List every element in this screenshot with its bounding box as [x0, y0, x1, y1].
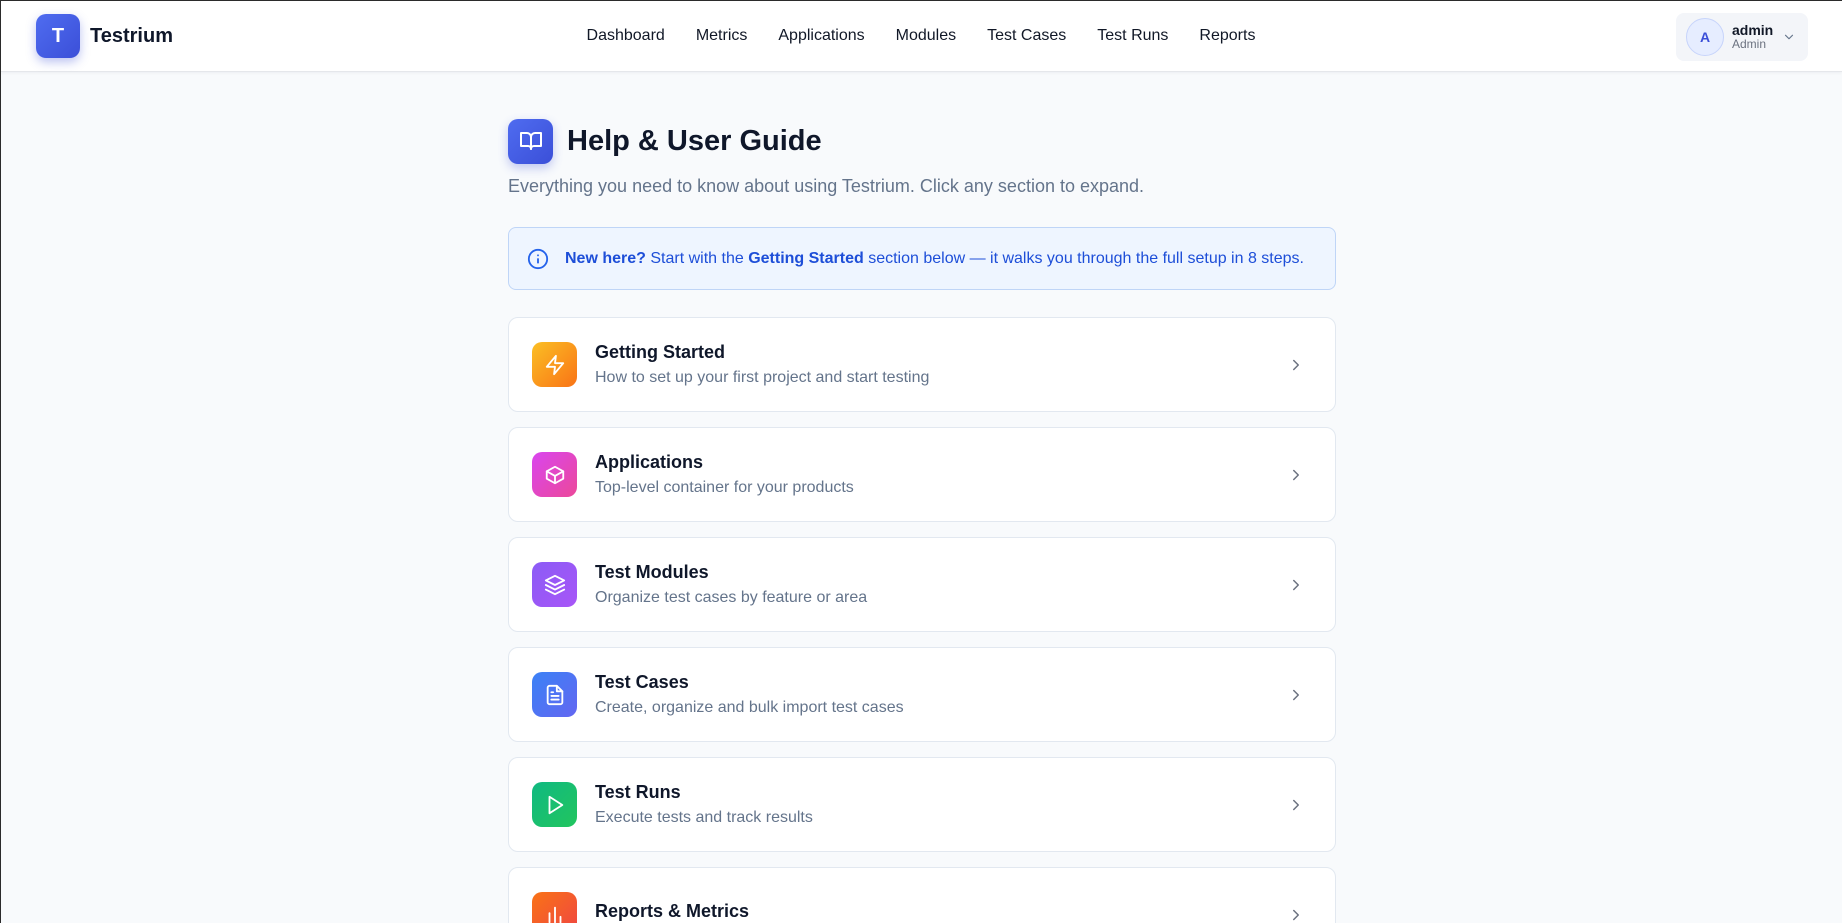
section-description: Organize test cases by feature or area [595, 589, 868, 606]
play-icon [532, 782, 577, 827]
chevron-down-icon [1784, 34, 1794, 40]
info-banner-text: New here? Start with the Getting Started… [565, 250, 1304, 268]
chevron-right-icon [1293, 579, 1299, 591]
section-title: Test Modules [595, 562, 709, 582]
section-title: Applications [595, 452, 704, 472]
box-icon [532, 452, 577, 497]
page-title: Help & User Guide [567, 124, 822, 157]
file-text-icon [532, 672, 577, 717]
section-test-cases[interactable]: Test Cases Create, organize and bulk imp… [508, 647, 1336, 742]
user-menu[interactable]: A admin Admin [1676, 13, 1808, 61]
section-title: Getting Started [595, 342, 726, 362]
brand[interactable]: T Testrium [36, 14, 173, 58]
section-test-modules[interactable]: Test Modules Organize test cases by feat… [508, 537, 1336, 632]
nav-item-modules[interactable]: Modules [896, 27, 956, 45]
nav-item-dashboard[interactable]: Dashboard [587, 27, 665, 45]
section-description: Create, organize and bulk import test ca… [595, 699, 904, 716]
section-test-runs[interactable]: Test Runs Execute tests and track result… [508, 757, 1336, 852]
chevron-right-icon [1293, 799, 1299, 811]
info-banner-text-after: section below — it walks you through the… [863, 249, 1304, 267]
brand-logo: T [36, 14, 80, 58]
avatar: A [1686, 18, 1724, 56]
help-main: Help & User Guide Everything you need to… [508, 118, 1336, 923]
zap-icon [532, 342, 577, 387]
info-banner-text-before: Start with the [645, 249, 749, 267]
info-banner: New here? Start with the Getting Started… [508, 227, 1336, 290]
nav-item-test-cases[interactable]: Test Cases [987, 27, 1066, 45]
section-title: Test Cases [595, 672, 689, 692]
chevron-right-icon [1293, 909, 1299, 921]
section-reports-metrics[interactable]: Reports & Metrics [508, 867, 1336, 923]
book-open-icon [508, 118, 553, 164]
section-getting-started[interactable]: Getting Started How to set up your first… [508, 317, 1336, 412]
section-description: Execute tests and track results [595, 809, 813, 826]
layers-icon [532, 562, 577, 607]
section-description: How to set up your first project and sta… [595, 369, 930, 386]
chevron-right-icon [1293, 469, 1299, 481]
main-nav: Dashboard Metrics Applications Modules T… [0, 0, 1842, 72]
info-banner-lead: New here? [565, 249, 646, 267]
info-icon [527, 248, 549, 269]
help-sections: Getting Started How to set up your first… [508, 317, 1336, 923]
info-banner-highlight: Getting Started [748, 249, 864, 267]
nav-item-metrics[interactable]: Metrics [696, 27, 748, 45]
chevron-right-icon [1293, 689, 1299, 701]
user-name: admin [1732, 22, 1774, 39]
section-title: Reports & Metrics [595, 901, 750, 921]
user-role: Admin [1732, 37, 1767, 52]
chevron-right-icon [1293, 359, 1299, 371]
section-description: Top-level container for your products [595, 479, 854, 496]
section-title: Test Runs [595, 782, 681, 802]
nav-item-reports[interactable]: Reports [1199, 27, 1255, 45]
brand-name: Testrium [90, 24, 173, 47]
nav-item-test-runs[interactable]: Test Runs [1097, 27, 1168, 45]
nav-item-applications[interactable]: Applications [778, 27, 864, 45]
bar-chart-icon [532, 892, 577, 923]
page-subtitle: Everything you need to know about using … [508, 176, 1145, 196]
section-applications[interactable]: Applications Top-level container for you… [508, 427, 1336, 522]
top-navigation-bar: T Testrium Dashboard Metrics Application… [0, 0, 1842, 72]
